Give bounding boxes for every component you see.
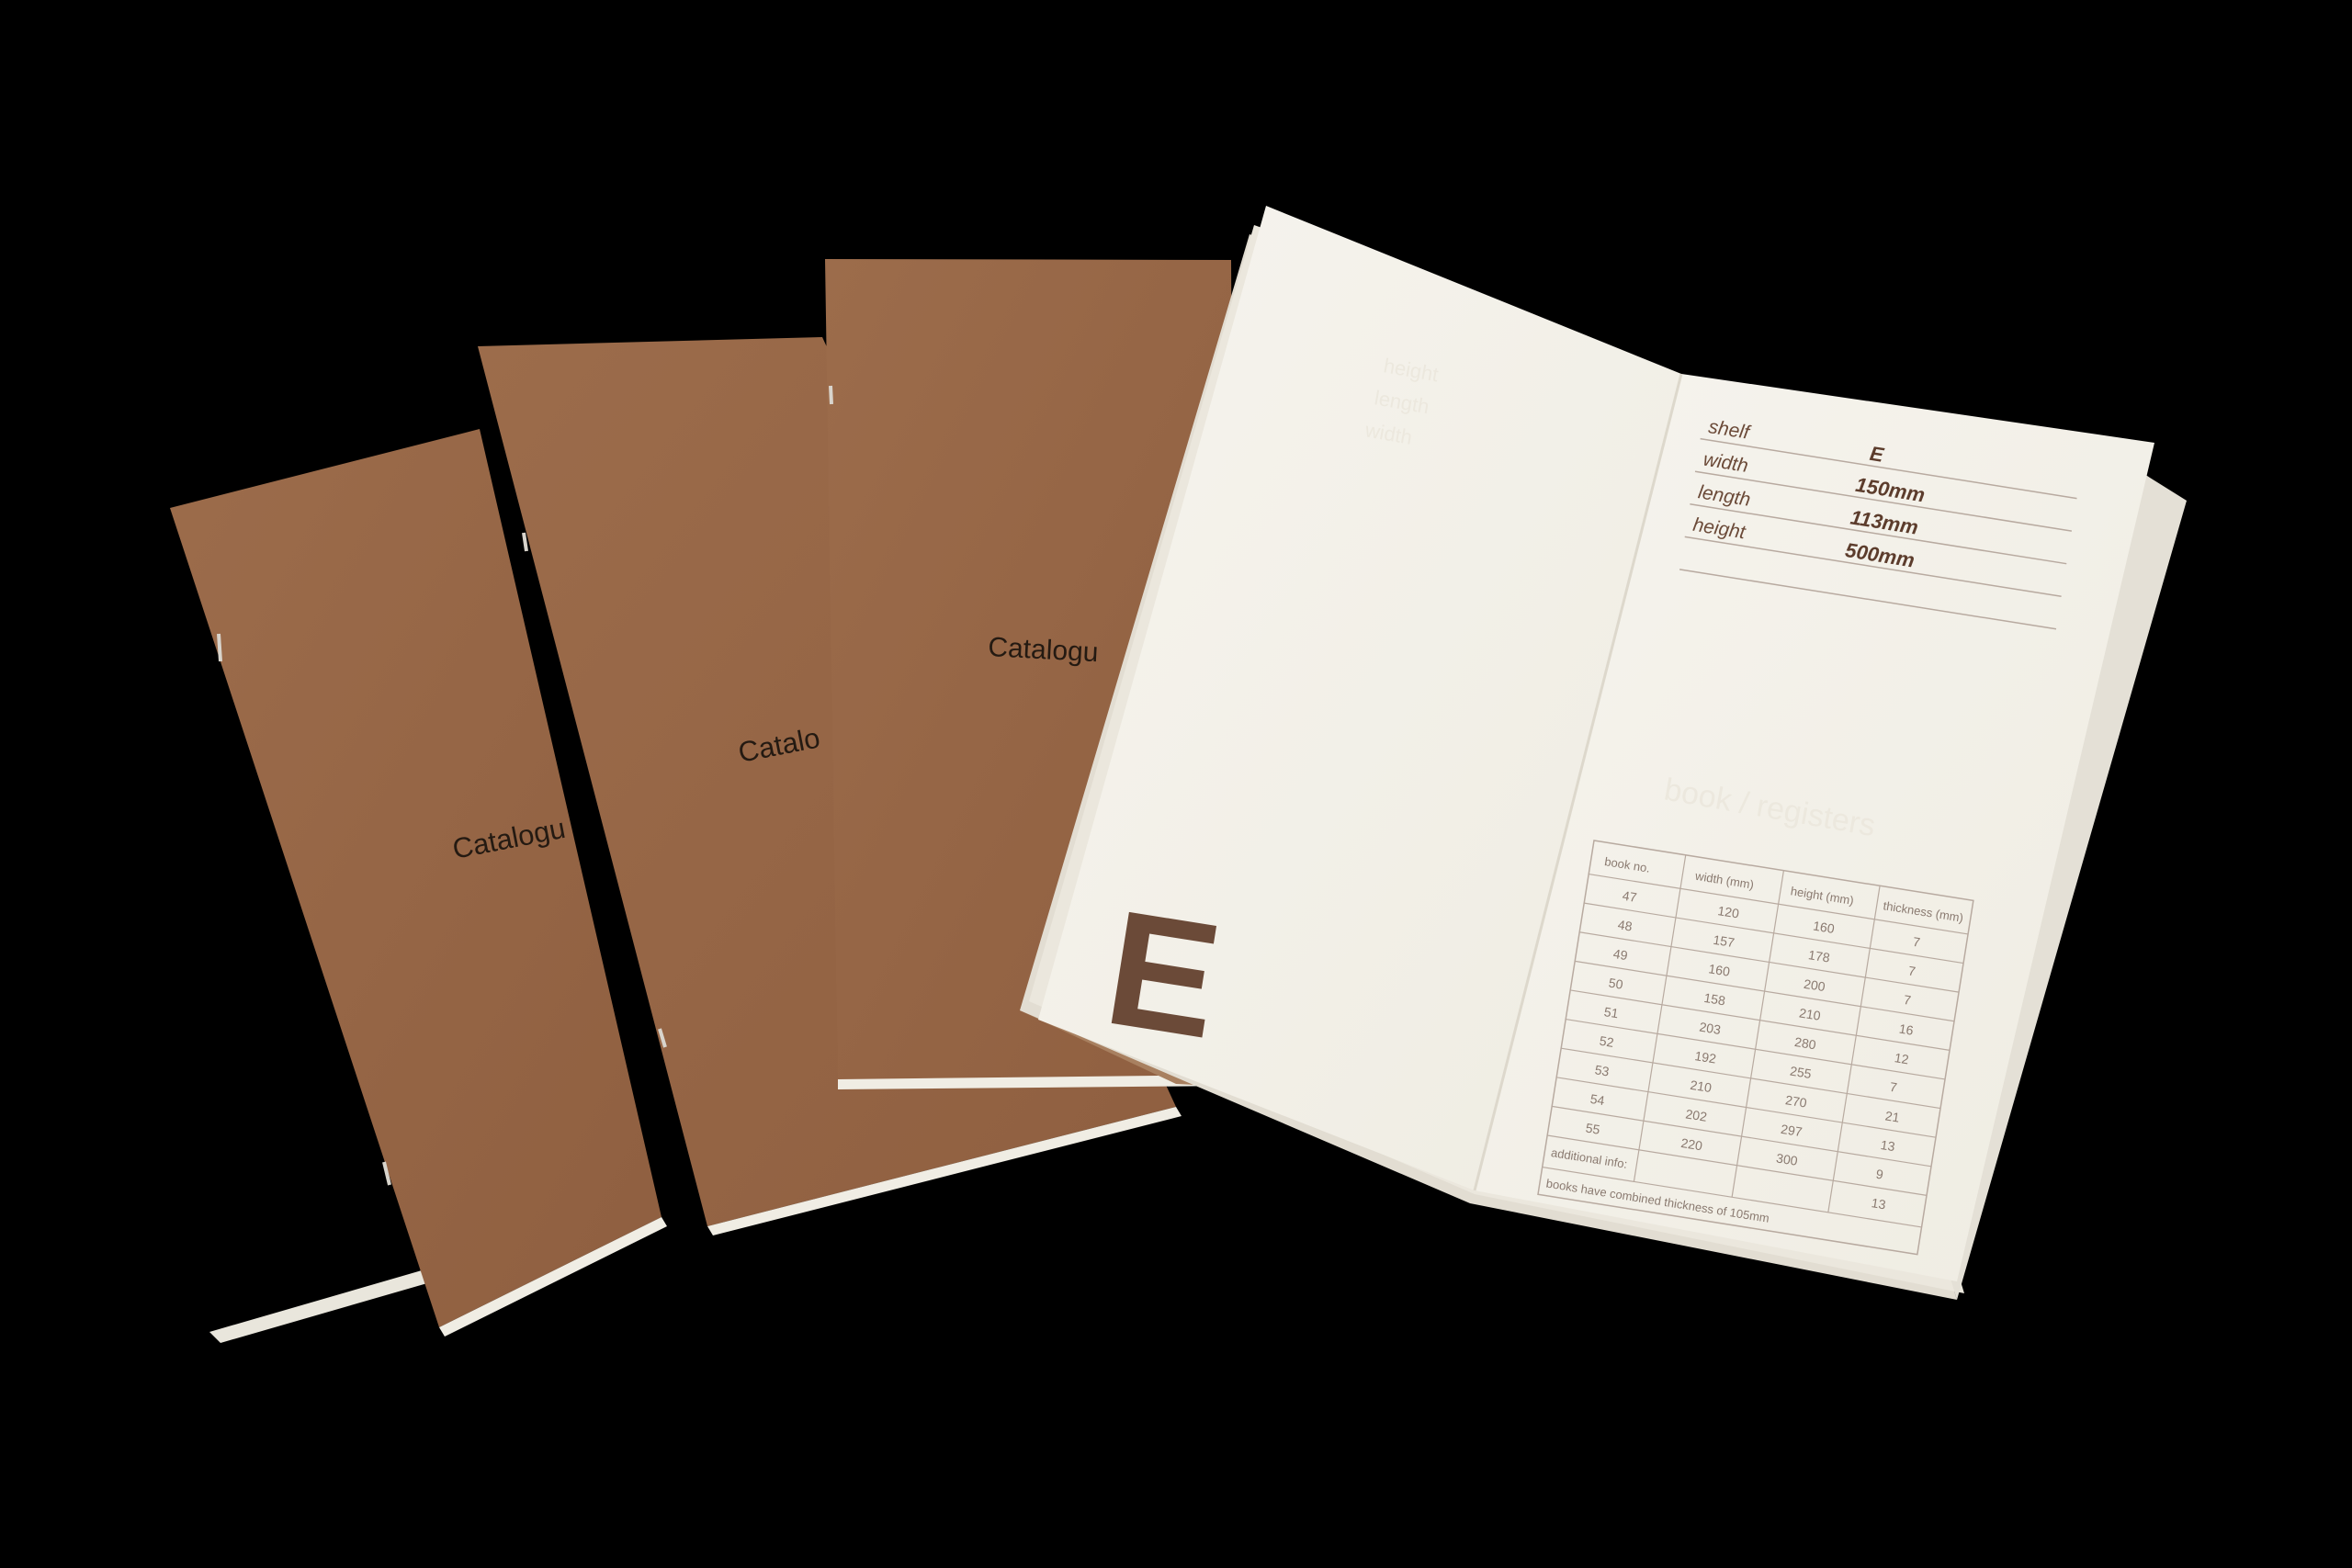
table-cell: 49 <box>1612 946 1629 963</box>
table-cell: 53 <box>1594 1062 1611 1078</box>
table-cell: 21 <box>1884 1108 1901 1124</box>
booklets-photo: Catalogu Catalo Catalogu height length w… <box>170 206 2187 1343</box>
table-cell: 13 <box>1880 1137 1896 1154</box>
photo-scene: Catalogu Catalo Catalogu height length w… <box>0 0 2352 1568</box>
table-cell: 47 <box>1622 888 1638 905</box>
table-cell: 52 <box>1599 1033 1615 1050</box>
table-cell: 16 <box>1898 1021 1915 1038</box>
table-cell: 55 <box>1585 1121 1601 1137</box>
table-cell: 54 <box>1589 1091 1606 1108</box>
table-cell: 13 <box>1871 1195 1887 1212</box>
table-cell: 51 <box>1603 1004 1620 1021</box>
table-cell: 50 <box>1608 976 1624 992</box>
booklet-3-title: Catalogu <box>988 632 1100 668</box>
table-cell: 12 <box>1894 1050 1910 1066</box>
table-cell: 48 <box>1617 917 1634 933</box>
